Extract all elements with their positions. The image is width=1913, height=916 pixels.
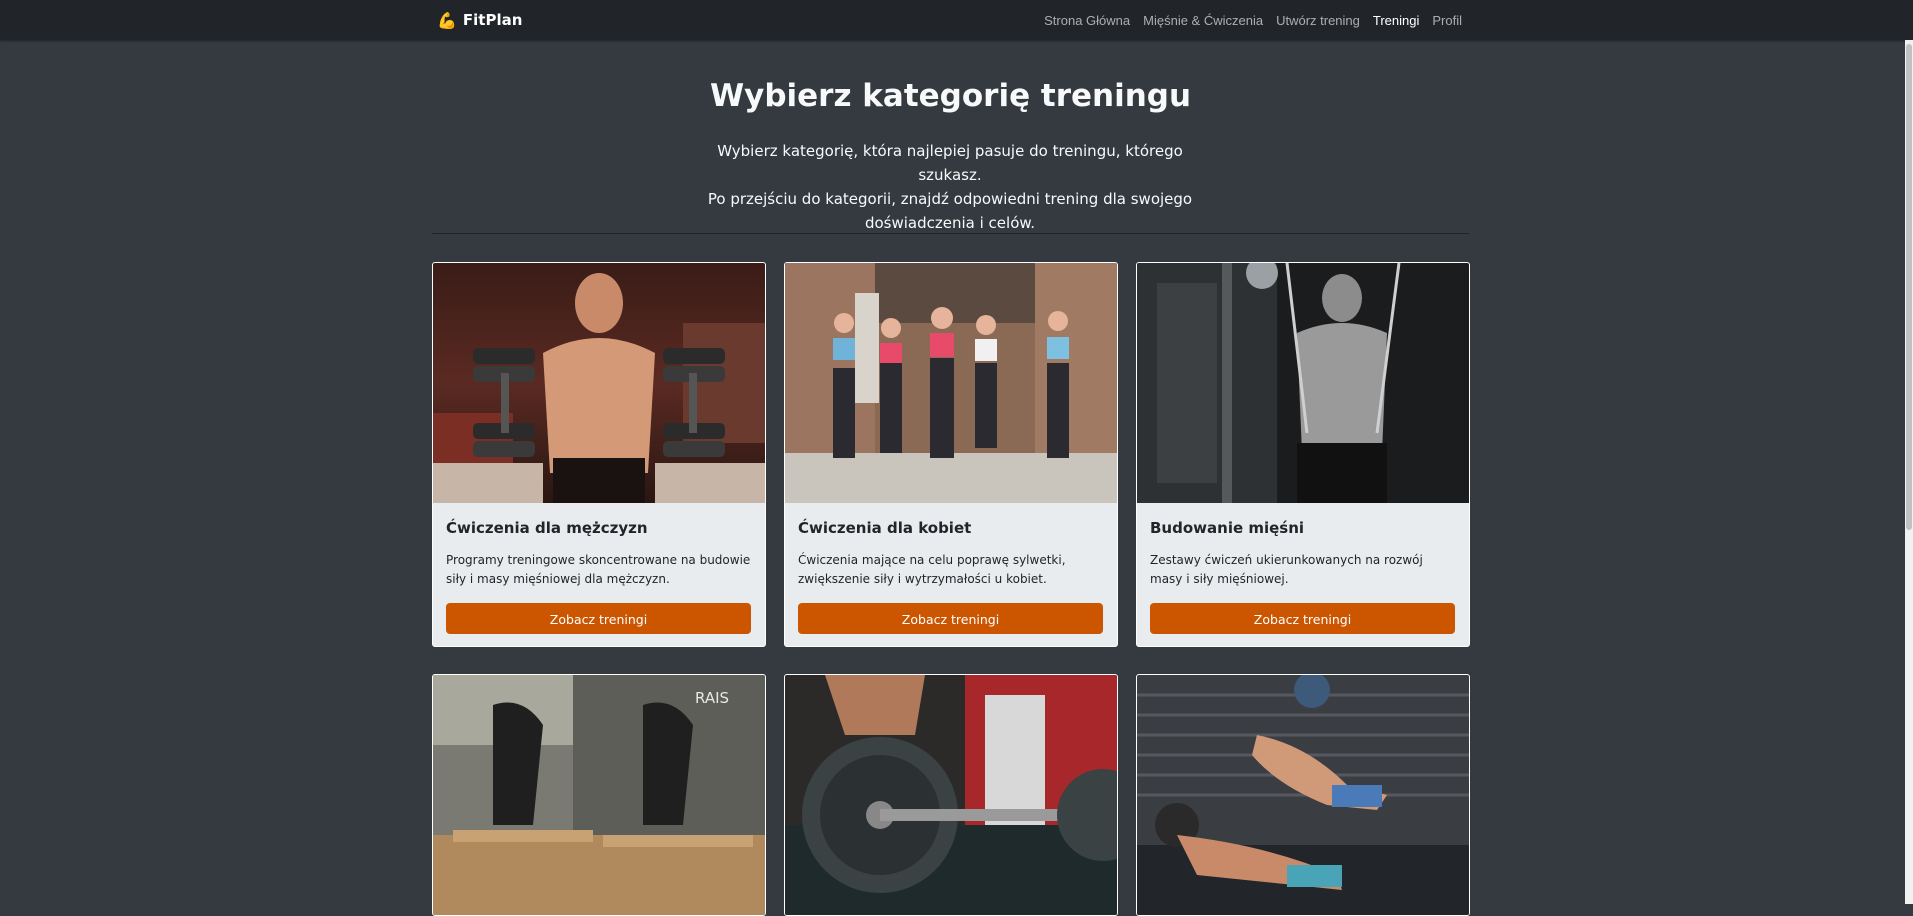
- nav-link-workouts[interactable]: Treningi: [1373, 13, 1419, 28]
- nav-link-muscles-exercises[interactable]: Mięśnie & Ćwiczenia: [1143, 13, 1263, 28]
- barbell-lift-photo: [785, 675, 1117, 915]
- divider: [432, 233, 1469, 234]
- card-text: Programy treningowe skoncentrowane na bu…: [446, 553, 751, 586]
- card-image-muscle-building: [1137, 263, 1469, 503]
- category-card-barbell: [784, 674, 1118, 916]
- card-text: Zestawy ćwiczeń ukierunkowanych na rozwó…: [1150, 553, 1423, 586]
- card-image-box-jumps: RAIS: [433, 675, 765, 915]
- nav-links: Strona Główna Mięśnie & Ćwiczenia Utwórz…: [1044, 0, 1462, 40]
- nav-link-home[interactable]: Strona Główna: [1044, 13, 1130, 28]
- navbar: 💪 FitPlan Strona Główna Mięśnie & Ćwicze…: [0, 0, 1913, 40]
- category-card-men: Ćwiczenia dla mężczyzn Programy treningo…: [432, 262, 766, 647]
- card-image-core: [1137, 675, 1469, 915]
- card-title: Budowanie mięśni: [1150, 519, 1305, 537]
- card-image-barbell: [785, 675, 1117, 915]
- svg-text:RAIS: RAIS: [695, 689, 729, 707]
- nav-link-profile[interactable]: Profil: [1432, 13, 1462, 28]
- bodybuilder-cable-photo: [1137, 263, 1469, 503]
- card-text: Ćwiczenia mające na celu poprawę sylwetk…: [798, 553, 1066, 586]
- man-dumbbells-photo: [433, 263, 765, 503]
- main-content: Wybierz kategorię treningu Wybierz kateg…: [432, 40, 1470, 916]
- page-lead: Wybierz kategorię, która najlepiej pasuj…: [700, 139, 1200, 235]
- category-card-box-jumps: RAIS: [432, 674, 766, 916]
- card-title: Ćwiczenia dla mężczyzn: [446, 519, 648, 537]
- page-scrollbar[interactable]: [1905, 40, 1913, 904]
- nav-link-create-workout[interactable]: Utwórz trening: [1276, 13, 1360, 28]
- flexed-arm-icon: 💪: [437, 10, 457, 30]
- lead-line-3: doświadczenia i celów.: [864, 214, 1036, 232]
- box-jumps-photo: RAIS: [433, 675, 765, 915]
- category-card-core: [1136, 674, 1470, 916]
- women-group-workout-photo: [785, 263, 1117, 503]
- lead-line-2: Po przejściu do kategorii, znajdź odpowi…: [707, 190, 1193, 208]
- page-title: Wybierz kategorię treningu: [709, 78, 1192, 114]
- brand-name: FitPlan: [462, 11, 523, 29]
- card-body: Budowanie mięśni Zestawy ćwiczeń ukierun…: [1137, 517, 1469, 646]
- medicine-ball-situps-photo: [1137, 675, 1469, 915]
- card-image-men: [433, 263, 765, 503]
- view-workouts-women-button[interactable]: Zobacz treningi: [798, 603, 1103, 634]
- category-card-muscle-building: Budowanie mięśni Zestawy ćwiczeń ukierun…: [1136, 262, 1470, 647]
- view-workouts-men-button[interactable]: Zobacz treningi: [446, 603, 751, 634]
- lead-line-1: Wybierz kategorię, która najlepiej pasuj…: [717, 142, 1183, 184]
- card-body: Ćwiczenia dla kobiet Ćwiczenia mające na…: [785, 517, 1117, 646]
- brand-link[interactable]: 💪 FitPlan: [437, 0, 522, 40]
- category-card-women: Ćwiczenia dla kobiet Ćwiczenia mające na…: [784, 262, 1118, 647]
- scrollbar-thumb[interactable]: [1906, 44, 1912, 530]
- card-body: Ćwiczenia dla mężczyzn Programy treningo…: [433, 517, 765, 646]
- card-title: Ćwiczenia dla kobiet: [798, 519, 972, 537]
- view-workouts-muscle-building-button[interactable]: Zobacz treningi: [1150, 603, 1455, 634]
- card-image-women: [785, 263, 1117, 503]
